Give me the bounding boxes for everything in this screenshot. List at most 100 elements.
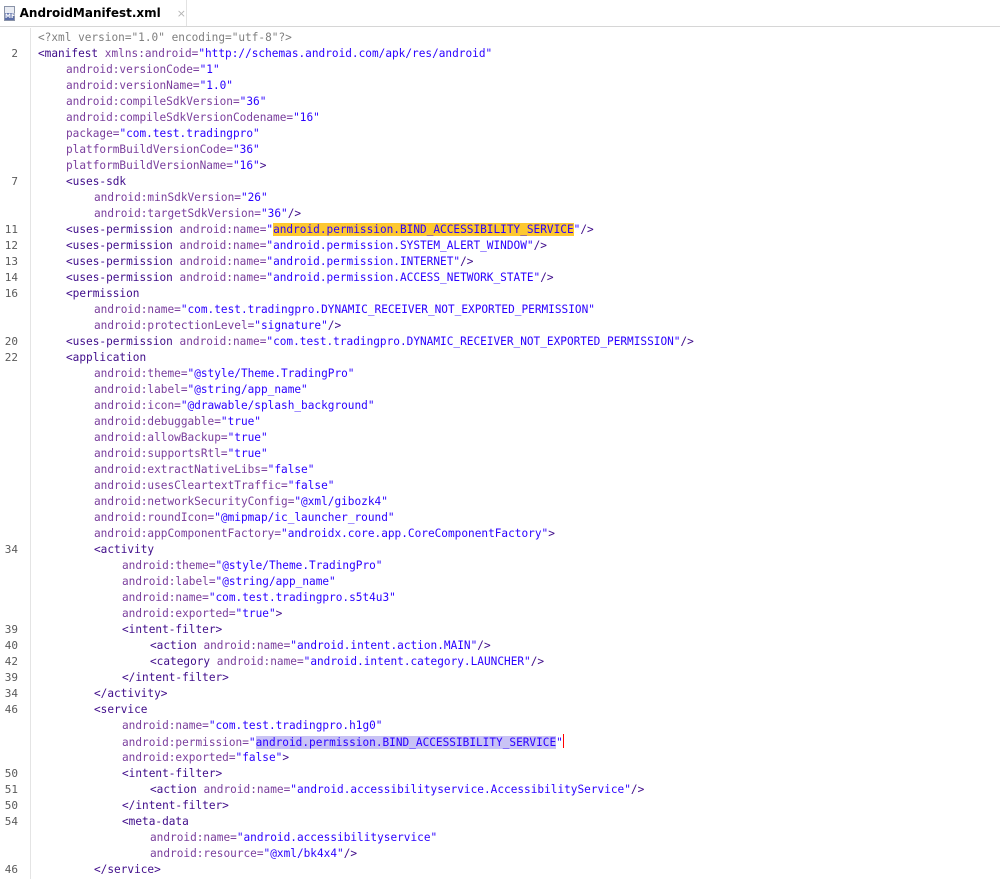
code-line[interactable]: <intent-filter> [122,622,222,638]
code-line[interactable]: <uses-permission android:name="com.test.… [66,334,694,350]
code-line[interactable]: android:name="android.accessibilityservi… [150,830,437,846]
code-line[interactable]: android:extractNativeLibs="false" [94,462,314,478]
code-token: "android.intent.action.MAIN" [290,639,478,652]
code-line[interactable]: <uses-permission android:name="android.p… [66,270,554,286]
code-token: /> [580,223,594,236]
code-line[interactable]: <action android:name="android.accessibil… [150,782,644,798]
code-line[interactable]: android:allowBackup="true" [94,430,268,446]
code-token: "36" [260,207,288,220]
code-line[interactable]: android:theme="@style/Theme.TradingPro" [122,558,383,574]
code-line[interactable]: android:versionName="1.0" [66,78,233,94]
code-token: "android.permission.SYSTEM_ALERT_WINDOW" [266,239,534,252]
code-token: android:targetSdkVersion= [94,207,261,220]
code-line[interactable]: android:networkSecurityConfig="@xml/gibo… [94,494,388,510]
code-token: /> [630,783,645,796]
code-line[interactable]: </activity> [94,686,167,702]
code-line[interactable]: android:name="com.test.tradingpro.s5t4u3… [122,590,396,606]
code-token: " [248,736,256,749]
line-number: 11 [4,223,18,236]
code-token: /> [477,639,491,652]
line-number: 39 [4,623,18,636]
code-token: "@xml/bk4x4" [263,847,344,860]
code-token: </activity> [94,687,168,700]
code-token: <uses-permission [66,255,173,268]
code-line[interactable]: <category android:name="android.intent.c… [150,654,544,670]
code-line[interactable]: <action android:name="android.intent.act… [150,638,491,654]
code-line[interactable]: <meta-data [122,814,189,830]
tab-androidmanifest[interactable]: MF AndroidManifest.xml × [0,0,187,26]
code-token: "com.test.tradingpro.DYNAMIC_RECEIVER_NO… [266,335,681,348]
line-number: 51 [4,783,18,796]
line-number: 20 [4,335,18,348]
code-token: "@drawable/splash_background" [180,399,375,412]
code-line[interactable]: android:label="@string/app_name" [122,574,336,590]
code-token: <intent-filter> [122,623,223,636]
code-token: android:appComponentFactory= [94,527,282,540]
code-line[interactable]: android:roundIcon="@mipmap/ic_launcher_r… [94,510,395,526]
code-line[interactable]: </intent-filter> [122,670,229,686]
code-line[interactable]: <uses-permission android:name="android.p… [66,238,547,254]
code-line[interactable]: android:icon="@drawable/splash_backgroun… [94,398,375,414]
code-line[interactable]: </intent-filter> [122,798,229,814]
code-line[interactable]: <manifest xmlns:android="http://schemas.… [38,46,492,62]
code-token: <action [150,639,197,652]
code-line[interactable]: package="com.test.tradingpro" [66,126,260,142]
line-number: 50 [4,799,18,812]
code-line[interactable]: android:theme="@style/Theme.TradingPro" [94,366,355,382]
code-line[interactable]: <uses-permission android:name="android.p… [66,222,594,238]
code-token: android:name= [172,223,267,236]
code-token: <meta-data [122,815,189,828]
code-line[interactable]: <intent-filter> [122,766,222,782]
code-line[interactable]: android:supportsRtl="true" [94,446,268,462]
code-line[interactable]: android:name="com.test.tradingpro.h1g0" [122,718,382,734]
code-token: android:icon= [94,399,181,412]
line-number-gutter: 2 7 11 12 13 14 16 20 22 34 39 40 42 39 34 46 50 51 50 54 46 [0,28,31,879]
code-line[interactable]: <uses-sdk [66,174,126,190]
code-token: "26" [240,191,268,204]
code-token: "@xml/gibozk4" [294,495,388,508]
code-token: android:name= [172,239,267,252]
code-line[interactable]: <activity [94,542,154,558]
code-token: "signature" [254,319,328,332]
code-line[interactable]: android:versionCode="1" [66,62,220,78]
code-token: platformBuildVersionName= [66,159,233,172]
code-line[interactable]: </service> [94,862,161,878]
code-token: /> [460,255,474,268]
code-line[interactable]: <?xml version="1.0" encoding="utf-8"?> [38,30,292,46]
code-token: android:exported= [122,607,236,620]
code-line[interactable]: android:exported="false"> [122,750,289,766]
code-token: > [548,527,555,540]
code-line[interactable]: android:debuggable="true" [94,414,261,430]
code-line[interactable]: android:label="@string/app_name" [94,382,308,398]
code-line[interactable]: android:appComponentFactory="androidx.co… [94,526,555,542]
code-token: > [259,159,267,172]
code-token: android:resource= [150,847,264,860]
code-token: "1" [199,63,220,76]
code-line[interactable]: <permission [66,286,139,302]
code-token: <manifest [38,47,99,60]
code-line[interactable]: <service [94,702,147,718]
code-token: "com.test.tradingpro.DYNAMIC_RECEIVER_NO… [180,303,595,316]
code-line[interactable]: platformBuildVersionCode="36" [66,142,260,158]
close-icon[interactable]: × [177,7,186,20]
code-line[interactable]: android:usesCleartextTraffic="false" [94,478,334,494]
line-number: 46 [4,703,18,716]
code-line[interactable]: <application [66,350,146,366]
code-token: android:theme= [94,367,188,380]
code-line[interactable]: android:exported="true"> [122,606,282,622]
code-line[interactable]: android:minSdkVersion="26" [94,190,268,206]
code-editor[interactable]: 2 7 11 12 13 14 16 20 22 34 39 40 42 39 34 46 50 51 50 54 46… [0,28,1000,879]
code-line[interactable]: android:protectionLevel="signature"/> [94,318,341,334]
code-line[interactable]: android:compileSdkVersion="36" [66,94,266,110]
line-number: 40 [4,639,18,652]
code-line[interactable]: android:name="com.test.tradingpro.DYNAMI… [94,302,595,318]
code-line[interactable]: android:compileSdkVersionCodename="16" [66,110,320,126]
code-line[interactable]: android:targetSdkVersion="36"/> [94,206,301,222]
code-token: "android.permission.INTERNET" [266,255,461,268]
code-area[interactable]: <?xml version="1.0" encoding="utf-8"?> <m… [38,28,1000,879]
code-token: android:minSdkVersion= [94,191,241,204]
code-line[interactable]: android:permission="android.permission.B… [122,734,564,750]
code-line[interactable]: android:resource="@xml/bk4x4"/> [150,846,357,862]
code-line[interactable]: <uses-permission android:name="android.p… [66,254,473,270]
code-line[interactable]: platformBuildVersionName="16"> [66,158,266,174]
